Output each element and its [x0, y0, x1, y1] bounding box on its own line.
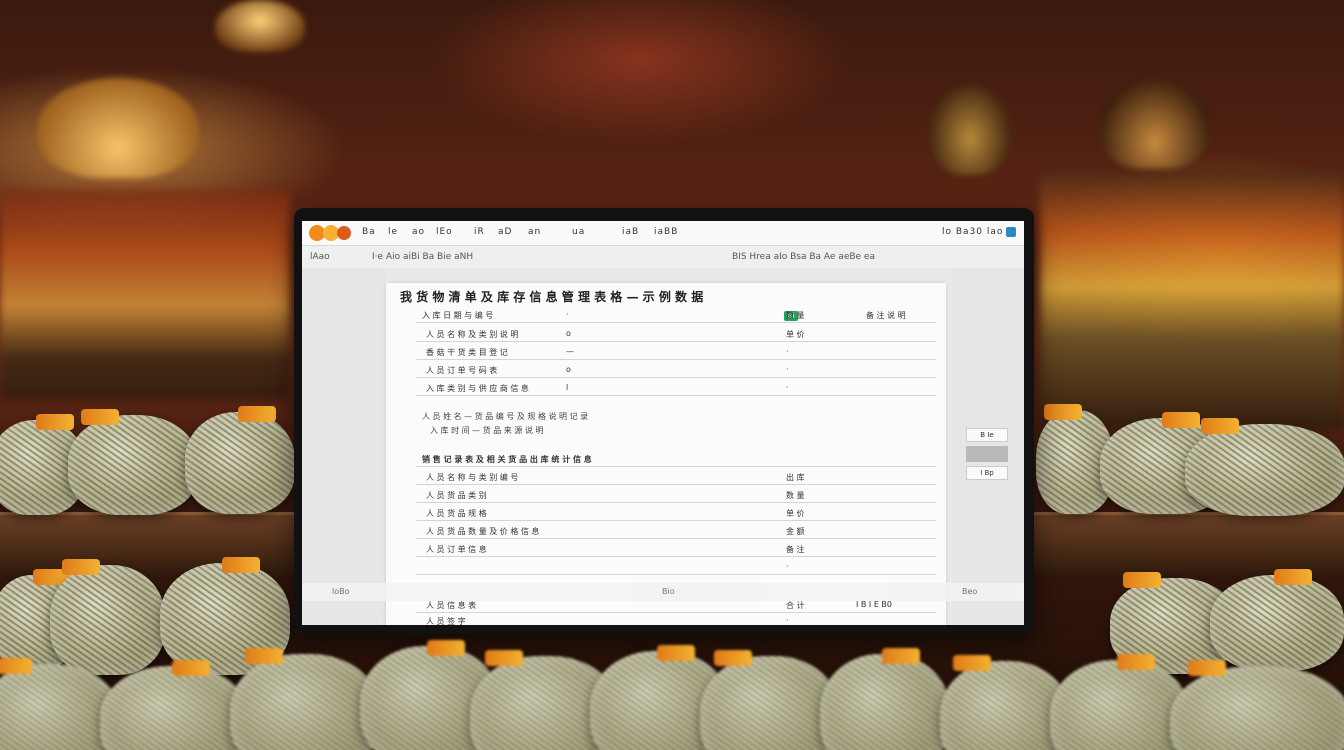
subbar-right-text: BIS Hrea aIo Bsa Ba Ae aeBe ea — [732, 252, 875, 262]
toolbar-item[interactable]: iaB — [622, 227, 639, 237]
row-cell: · — [786, 383, 789, 392]
row-cell: l — [566, 383, 569, 392]
table-row: 人 员 订 单 号 码 表 o · — [416, 364, 936, 378]
bottom-strip-right: Beo — [962, 587, 978, 596]
row-cell: 人 员 签 字 — [426, 617, 466, 625]
table-row: 人 员 名 称 与 类 别 编 号 出 库 — [416, 471, 936, 485]
row-cell: 人 员 订 单 信 息 — [426, 545, 487, 554]
app-toolbar: Ba le ao lEo iR aD an ua iaB iaBB lo Ba3… — [302, 221, 1024, 246]
document-heading: 我 货 物 清 单 及 库 存 信 息 管 理 表 格 — 示 例 数 据 — [400, 290, 704, 304]
row-cell: · — [786, 365, 789, 374]
left-panel — [302, 268, 386, 625]
background-shelf-right — [1040, 170, 1344, 430]
toolbar-item[interactable]: lEo — [436, 227, 453, 237]
row-cell: 人 员 货 品 数 量 及 价 格 信 息 — [426, 527, 540, 536]
subbar-left-label: lAao — [310, 252, 330, 262]
row-cell: 人 员 货 品 类 别 — [426, 491, 487, 500]
toolbar-item[interactable]: ua — [572, 227, 585, 237]
monitor: Ba le ao lEo iR aD an ua iaB iaBB lo Ba3… — [294, 208, 1034, 634]
hanging-lamp-top — [215, 0, 305, 52]
toolbar-item[interactable]: le — [388, 227, 398, 237]
row-cell: · — [786, 616, 789, 625]
tea-bag — [1185, 418, 1344, 516]
table-row: 人 员 货 品 规 格 单 价 — [416, 507, 936, 521]
tea-bag — [68, 409, 198, 515]
row-cell: 入 库 日 期 与 编 号 — [422, 311, 494, 320]
table-row: 人 员 签 字 · — [416, 615, 936, 625]
foreground-bags — [0, 636, 1344, 750]
row-cell: 人 员 名 称 及 类 别 说 明 — [426, 330, 519, 339]
tea-bag — [700, 650, 840, 750]
hanging-lamp-right — [1100, 80, 1210, 170]
row-cell: o — [566, 329, 571, 338]
toolbar-item[interactable]: ao — [412, 227, 425, 237]
right-panel: B Ie I Bp — [952, 268, 1024, 625]
bottom-strip: loBo Bio Beo — [302, 583, 1024, 601]
row-cell: o — [566, 365, 571, 374]
section-header: 销 售 记 录 表 及 相 关 货 品 出 库 统 计 信 息 — [422, 455, 592, 464]
row-cell: 合 计 — [786, 601, 805, 610]
row-cell: 人 员 信 息 表 — [426, 601, 477, 610]
table-row: 入 库 日 期 与 编 号 · 数 量 备 注 说 明 — [416, 309, 936, 323]
section-header-row: 销 售 记 录 表 及 相 关 货 品 出 库 统 计 信 息 — [416, 453, 936, 467]
right-panel-button[interactable]: B Ie — [966, 428, 1008, 442]
row-cell: I B I E B0 — [856, 600, 893, 609]
row-cell: — — [566, 347, 574, 356]
right-panel-block — [966, 446, 1008, 462]
row-cell: 数 量 — [786, 311, 805, 320]
table-row: 人 员 货 品 类 别 数 量 — [416, 489, 936, 503]
table-row: 人 员 货 品 数 量 及 价 格 信 息 金 额 — [416, 525, 936, 539]
tea-bag — [1050, 654, 1190, 750]
toolbar-item[interactable]: iaBB — [654, 227, 678, 237]
tea-bag — [185, 406, 295, 514]
tea-bag — [100, 660, 250, 750]
document-page: 我 货 物 清 单 及 库 存 信 息 管 理 表 格 — 示 例 数 据 Bi… — [386, 283, 946, 625]
hanging-lamp-left — [38, 78, 198, 178]
document-note: 人 员 姓 名 — 货 品 编 号 及 规 格 说 明 记 录 — [422, 412, 589, 421]
store-scene: Ba le ao lEo iR aD an ua iaB iaBB lo Ba3… — [0, 0, 1344, 750]
background-shelf-left — [0, 190, 290, 400]
document-note: 入 库 时 间 — 货 品 来 源 说 明 — [430, 426, 544, 435]
table-row: 人 员 名 称 及 类 别 说 明 o 单 价 — [416, 328, 936, 342]
row-cell: 备 注 — [786, 545, 805, 554]
table-row: · — [416, 561, 936, 575]
row-cell: · — [566, 310, 569, 319]
toolbar-item[interactable]: aD — [498, 227, 512, 237]
hanging-lamp-far-right — [930, 85, 1010, 175]
table-row: 香 菇 干 货 类 目 登 记 — · — [416, 346, 936, 360]
subbar-mid-text: I·e Aio aiBi Ba Bie aNH — [372, 252, 474, 262]
toolbar-item[interactable]: Ba — [362, 227, 376, 237]
table-row: 人 员 订 单 信 息 备 注 — [416, 543, 936, 557]
bottom-strip-left: loBo — [332, 587, 350, 596]
row-cell: 数 量 — [786, 491, 805, 500]
tea-bag — [230, 648, 380, 750]
toolbar-item[interactable]: iR — [474, 227, 485, 237]
document-subbar: lAao I·e Aio aiBi Ba Bie aNH BIS Hrea aI… — [302, 246, 1024, 268]
app-logo — [309, 225, 357, 241]
row-cell: 备 注 说 明 — [866, 311, 906, 320]
row-cell: 单 价 — [786, 509, 805, 518]
row-cell: · — [786, 347, 789, 356]
row-cell: 入 库 类 别 与 供 应 商 信 息 — [426, 384, 529, 393]
window-icon[interactable] — [1006, 227, 1016, 237]
screen: Ba le ao lEo iR aD an ua iaB iaBB lo Ba3… — [302, 221, 1024, 625]
row-cell: 人 员 名 称 与 类 别 编 号 — [426, 473, 519, 482]
bottom-strip-mid: Bio — [662, 587, 675, 596]
row-cell: 出 库 — [786, 473, 805, 482]
row-cell: 人 员 货 品 规 格 — [426, 509, 487, 518]
row-cell: 人 员 订 单 号 码 表 — [426, 366, 498, 375]
toolbar-item[interactable]: an — [528, 227, 541, 237]
table-row: 人 员 信 息 表 合 计 I B I E B0 — [416, 599, 936, 613]
toolbar-right-text: lo Ba30 lao — [942, 227, 1004, 237]
row-cell: 金 额 — [786, 527, 805, 536]
row-cell: · — [786, 562, 789, 571]
tea-bag — [820, 648, 950, 750]
row-cell: 香 菇 干 货 类 目 登 记 — [426, 348, 508, 357]
tea-bag — [1170, 660, 1344, 750]
right-panel-button[interactable]: I Bp — [966, 466, 1008, 480]
table-row: 入 库 类 别 与 供 应 商 信 息 l · — [416, 382, 936, 396]
row-cell: 单 价 — [786, 330, 805, 339]
